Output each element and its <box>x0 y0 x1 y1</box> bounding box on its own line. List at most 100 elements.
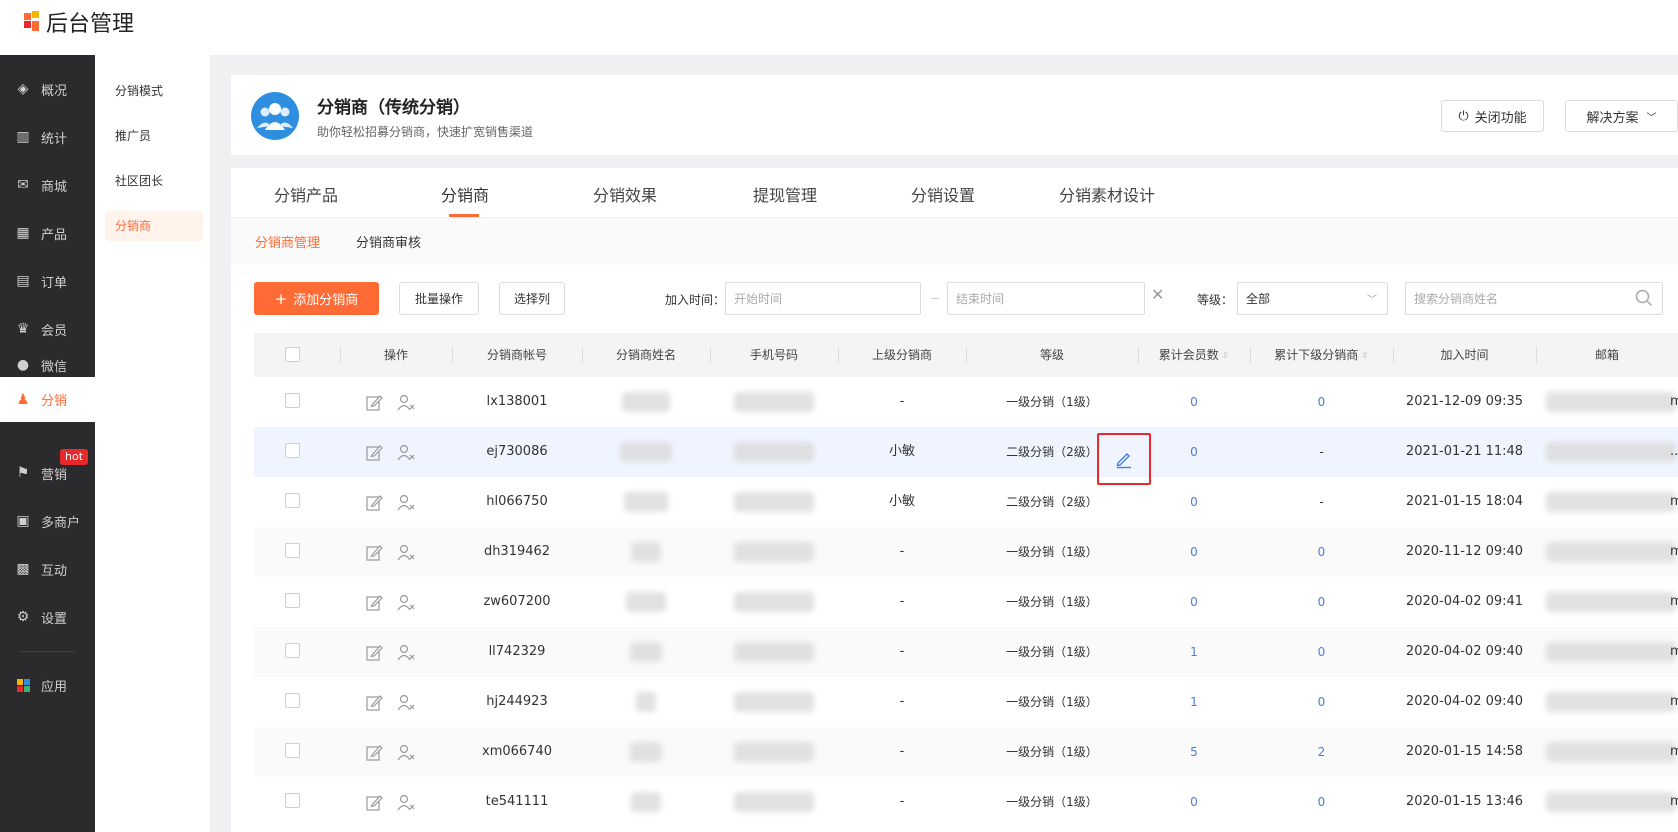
app-logo[interactable]: 后台管理 <box>24 6 134 38</box>
select-all-checkbox[interactable] <box>285 347 300 362</box>
edit-level-button[interactable] <box>1097 433 1151 485</box>
cell-email-tail: m <box>1670 644 1678 659</box>
row-checkbox[interactable] <box>285 743 300 758</box>
cell-level: 一级分销（1级） <box>1006 745 1098 759</box>
interact-icon: ▩ <box>16 561 30 577</box>
cell-parent: 小敏 <box>888 494 915 509</box>
cell-sub-distributors[interactable]: 0 <box>1250 627 1393 677</box>
sidebar-item-distribution[interactable]: ♟ 分销 <box>0 377 95 422</box>
remove-user-icon[interactable] <box>396 693 416 713</box>
cell-sub-distributors[interactable]: 0 <box>1250 577 1393 627</box>
cell-members[interactable]: 0 <box>1138 777 1250 827</box>
row-checkbox[interactable] <box>285 493 300 508</box>
cell-members[interactable]: 1 <box>1138 677 1250 727</box>
row-checkbox[interactable] <box>285 643 300 658</box>
active-tab-indicator <box>449 214 479 217</box>
row-checkbox[interactable] <box>285 793 300 808</box>
remove-user-icon[interactable] <box>396 643 416 663</box>
subtab-review[interactable]: 分销商审核 <box>356 232 421 251</box>
row-checkbox[interactable] <box>285 593 300 608</box>
edit-icon[interactable] <box>364 743 384 763</box>
edit-icon[interactable] <box>364 593 384 613</box>
edit-icon[interactable] <box>364 493 384 513</box>
remove-user-icon[interactable] <box>396 593 416 613</box>
cell-sub-distributors[interactable]: 0 <box>1250 377 1393 427</box>
cell-members[interactable]: 0 <box>1138 427 1250 477</box>
col-operation: 操作 <box>383 348 408 362</box>
sidebar-item-settings[interactable]: ⚙ 设置 <box>0 593 95 641</box>
remove-user-icon[interactable] <box>396 393 416 413</box>
edit-icon[interactable] <box>364 443 384 463</box>
remove-user-icon[interactable] <box>396 493 416 513</box>
row-checkbox[interactable] <box>285 443 300 458</box>
cell-sub-distributors[interactable]: 0 <box>1250 677 1393 727</box>
sort-icon: ⇳ <box>1361 350 1369 361</box>
col-level: 等级 <box>1039 348 1064 362</box>
search-icon[interactable] <box>1635 289 1653 311</box>
cell-email-redacted <box>1546 742 1676 762</box>
cell-members[interactable]: 0 <box>1138 377 1250 427</box>
remove-user-icon[interactable] <box>396 443 416 463</box>
cell-sub-distributors[interactable]: 0 <box>1250 527 1393 577</box>
tab-material-design[interactable]: 分销素材设计 <box>1059 182 1155 206</box>
cell-account: zw607200 <box>483 594 551 609</box>
subnav-item-mode[interactable]: 分销模式 <box>105 76 203 106</box>
tab-distributors[interactable]: 分销商 <box>441 182 489 206</box>
edit-icon[interactable] <box>364 693 384 713</box>
cell-level: 一级分销（1级） <box>1006 795 1098 809</box>
cell-email-redacted <box>1546 392 1676 412</box>
subnav-item-promoter[interactable]: 推广员 <box>105 121 203 151</box>
sidebar-item-members[interactable]: ♛ 会员 <box>0 305 95 353</box>
select-columns-button[interactable]: 选择列 <box>499 282 565 315</box>
cell-sub-distributors[interactable]: 2 <box>1250 727 1393 777</box>
tab-effects[interactable]: 分销效果 <box>593 182 657 206</box>
sidebar-item-orders[interactable]: ▤ 订单 <box>0 257 95 305</box>
level-select[interactable]: 全部 ﹀ <box>1237 282 1388 315</box>
clear-icon[interactable]: ✕ <box>1151 285 1164 304</box>
edit-icon[interactable] <box>364 793 384 813</box>
tab-settings[interactable]: 分销设置 <box>911 182 975 206</box>
sidebar-item-wechat[interactable]: ● 微信 <box>0 353 95 377</box>
close-feature-button[interactable]: ⏻ 关闭功能 <box>1441 100 1544 132</box>
col-members[interactable]: 累计会员数 ⇳ <box>1138 333 1250 377</box>
subtab-management[interactable]: 分销商管理 <box>255 232 320 251</box>
row-checkbox[interactable] <box>285 693 300 708</box>
tab-withdrawals[interactable]: 提现管理 <box>753 182 817 206</box>
edit-icon[interactable] <box>364 643 384 663</box>
subnav-item-community-leader[interactable]: 社区团长 <box>105 166 203 196</box>
sidebar-item-mall[interactable]: ✉ 商城 <box>0 161 95 209</box>
sidebar-item-apps[interactable]: 应用 <box>0 661 95 709</box>
add-distributor-button[interactable]: + 添加分销商 <box>254 282 379 315</box>
batch-operation-button[interactable]: 批量操作 <box>399 282 479 315</box>
cell-members[interactable]: 1 <box>1138 627 1250 677</box>
main-sidebar: ◈ 概况 ▥ 统计 ✉ 商城 ▦ 产品 ▤ 订单 ♛ 会员 ● 微信 ♟ 分销 ⚑ 营销 ▣ 多商户… <box>0 55 95 832</box>
sidebar-item-multi-merchant[interactable]: ▣ 多商户 <box>0 497 95 545</box>
solution-dropdown-button[interactable]: 解决方案 ﹀ <box>1565 100 1678 132</box>
sidebar-item-interaction[interactable]: ▩ 互动 <box>0 545 95 593</box>
cell-phone-redacted <box>734 592 814 612</box>
edit-icon[interactable] <box>364 393 384 413</box>
sidebar-item-stats[interactable]: ▥ 统计 <box>0 113 95 161</box>
hot-badge: hot <box>60 449 89 465</box>
start-time-input[interactable] <box>725 282 921 315</box>
cell-sub-distributors[interactable]: 0 <box>1250 777 1393 827</box>
flag-icon: ⚑ <box>16 465 30 481</box>
cell-members[interactable]: 0 <box>1138 527 1250 577</box>
search-input[interactable] <box>1405 282 1663 315</box>
cell-members[interactable]: 0 <box>1138 477 1250 527</box>
cell-members[interactable]: 5 <box>1138 727 1250 777</box>
end-time-input[interactable] <box>947 282 1145 315</box>
remove-user-icon[interactable] <box>396 743 416 763</box>
remove-user-icon[interactable] <box>396 543 416 563</box>
cell-members[interactable]: 0 <box>1138 577 1250 627</box>
col-sub-distributors[interactable]: 累计下级分销商 ⇳ <box>1250 333 1393 377</box>
remove-user-icon[interactable] <box>396 793 416 813</box>
sidebar-item-products[interactable]: ▦ 产品 <box>0 209 95 257</box>
row-checkbox[interactable] <box>285 393 300 408</box>
row-checkbox[interactable] <box>285 543 300 558</box>
tab-products[interactable]: 分销产品 <box>274 182 338 206</box>
sidebar-item-overview[interactable]: ◈ 概况 <box>0 65 95 113</box>
subnav-item-distributor[interactable]: 分销商 <box>105 211 203 241</box>
edit-icon[interactable] <box>364 543 384 563</box>
power-icon: ⏻ <box>1458 108 1469 124</box>
